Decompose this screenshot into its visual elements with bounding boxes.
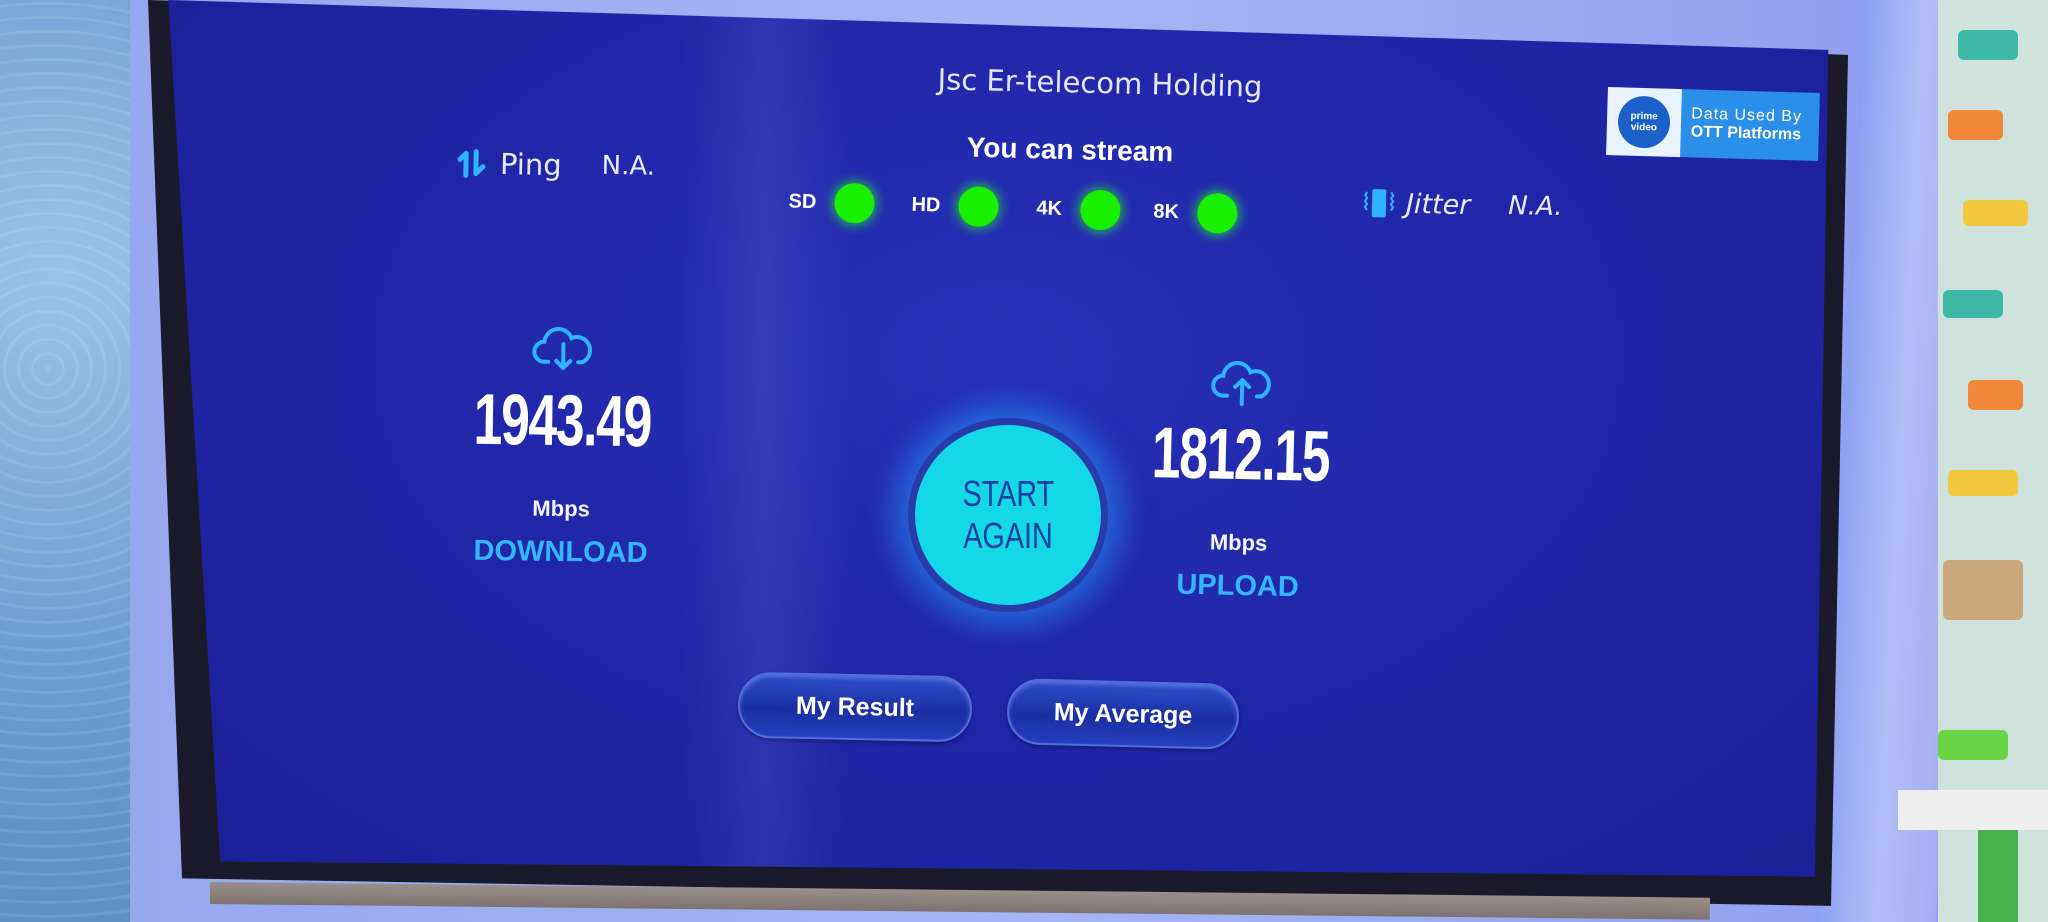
my-result-button[interactable]: My Result (737, 671, 973, 743)
start-again-line1: START (962, 473, 1054, 514)
jitter-vibration-icon (1363, 189, 1395, 218)
stream-quality-label: 4K (1036, 196, 1063, 220)
cloud-download-icon (532, 327, 593, 371)
start-again-line2: AGAIN (963, 515, 1053, 556)
prime-video-logo-box: prime video (1606, 87, 1682, 158)
prime-video-logo-icon: prime video (1617, 95, 1671, 149)
my-average-button[interactable]: My Average (1006, 677, 1240, 751)
upload-unit: Mbps (1209, 529, 1268, 556)
wallpaper-excavator (1948, 110, 2003, 140)
wallpaper-excavator (1968, 380, 2023, 410)
status-dot-icon (1079, 189, 1121, 231)
stream-quality-8k: 8K (1153, 192, 1238, 234)
start-again-button[interactable]: START AGAIN (908, 418, 1108, 612)
wallpaper-right (1938, 0, 2048, 922)
status-dot-icon (833, 182, 875, 224)
status-dot-icon (1196, 192, 1238, 234)
jitter-label: Jitter (1405, 188, 1471, 221)
upload-metric: 1812.15 Mbps UPLOAD (1097, 357, 1382, 606)
stream-quality-label: SD (788, 189, 817, 213)
stream-quality-sd: SD (788, 181, 875, 224)
wallpaper-truck (1948, 470, 2018, 496)
jitter-value: N.A. (1508, 190, 1563, 223)
desk (1898, 790, 2048, 830)
tv-screen: Jsc Er-telecom Holding Ping N.A. You can… (168, 0, 1829, 877)
upload-label: UPLOAD (1176, 568, 1300, 604)
stream-title: You can stream (966, 131, 1174, 168)
isp-name: Jsc Er-telecom Holding (937, 62, 1263, 104)
desk-leg (1978, 830, 2018, 922)
stream-quality-row: SD HD 4K 8K (787, 181, 1409, 268)
shelf-box (1943, 560, 2023, 620)
ping-label: Ping (499, 147, 562, 183)
toy-truck (1938, 730, 2008, 760)
stream-quality-4k: 4K (1036, 188, 1121, 231)
jitter-indicator: Jitter N.A. (1362, 186, 1563, 224)
ping-arrows-icon (457, 149, 486, 178)
wallpaper-tractor (1958, 30, 2018, 60)
stream-quality-label: 8K (1153, 200, 1180, 223)
badge-line2: OTT Platforms (1690, 123, 1802, 144)
wallpaper-tractor (1943, 290, 2003, 318)
stream-quality-hd: HD (911, 185, 999, 228)
download-label: DOWNLOAD (473, 534, 648, 570)
badge-text: Data Used By OTT Platforms (1681, 105, 1803, 144)
download-metric: 1943.49 Mbps DOWNLOAD (420, 324, 703, 571)
cloud-upload-icon (1211, 361, 1271, 407)
stream-quality-label: HD (911, 193, 941, 217)
ping-indicator: Ping N.A. (456, 146, 656, 183)
status-dot-icon (957, 186, 999, 228)
prime-video-badge[interactable]: prime video Data Used By OTT Platforms (1606, 87, 1820, 161)
logo-text-line2: video (1630, 121, 1658, 134)
ping-value: N.A. (601, 150, 656, 182)
upload-value: 1812.15 (1151, 413, 1331, 498)
download-unit: Mbps (532, 495, 591, 522)
download-value: 1943.49 (473, 379, 652, 463)
wallpaper-truck (1963, 200, 2028, 226)
